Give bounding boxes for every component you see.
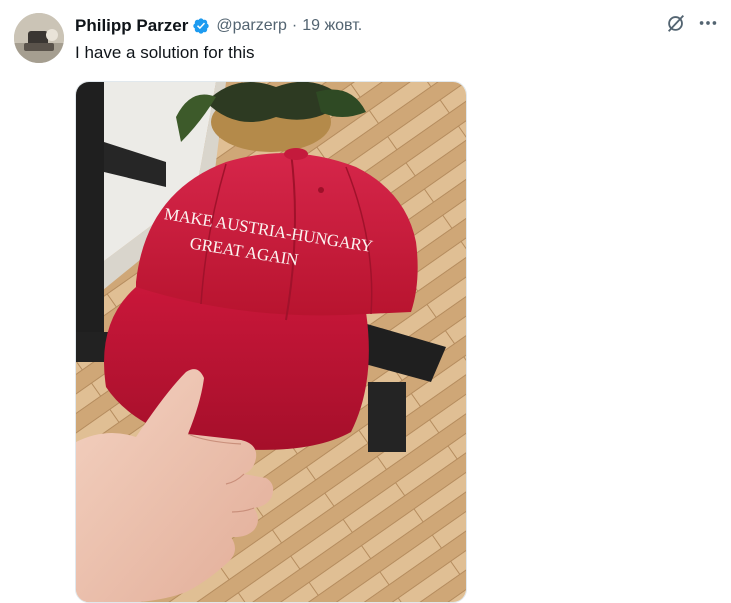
tweet-timestamp[interactable]: 19 жовт.	[302, 17, 362, 35]
more-icon[interactable]	[697, 12, 719, 34]
avatar[interactable]	[14, 13, 64, 63]
tweet-text: I have a solution for this	[75, 43, 255, 62]
grok-icon[interactable]	[665, 12, 687, 34]
author-handle[interactable]: @parzerp	[216, 17, 287, 35]
tweet-photo[interactable]: MAKE AUSTRIA-HUNGARY GREAT AGAIN	[75, 81, 467, 603]
tweet: Philipp Parzer @parzerp · 19 жовт. I hav…	[0, 0, 731, 603]
verified-badge-icon	[193, 18, 210, 34]
avatar-image	[14, 13, 64, 63]
tweet-actions	[665, 12, 719, 34]
tweet-header: Philipp Parzer @parzerp · 19 жовт.	[75, 14, 362, 38]
separator-dot: ·	[291, 17, 298, 34]
author-name[interactable]: Philipp Parzer	[75, 16, 188, 36]
photo-image: MAKE AUSTRIA-HUNGARY GREAT AGAIN	[76, 82, 466, 602]
